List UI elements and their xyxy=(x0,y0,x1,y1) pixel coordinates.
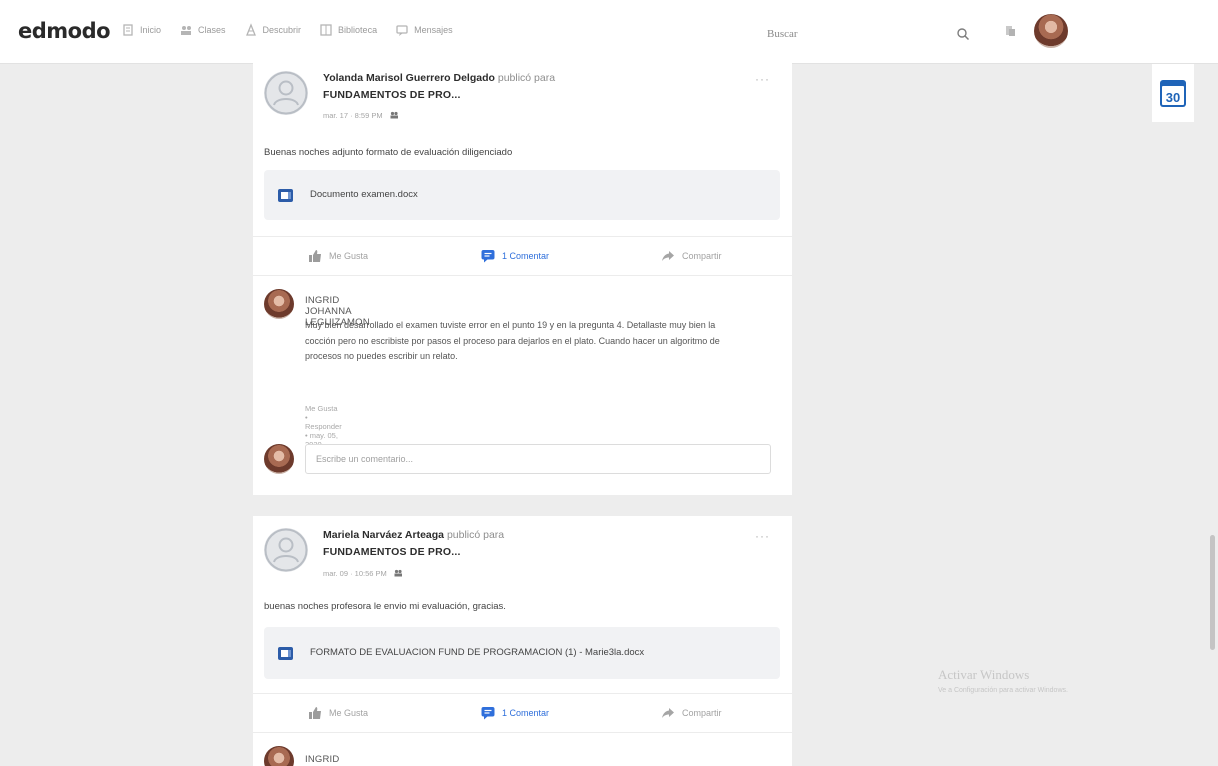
thumbs-up-icon xyxy=(309,250,321,262)
post-options-button[interactable]: ··· xyxy=(755,72,770,86)
post-meta: mar. 17 · 8:59 PM xyxy=(323,110,399,120)
post-timestamp: mar. 09 · 10:56 PM xyxy=(323,568,387,578)
author-avatar[interactable] xyxy=(264,528,308,572)
post-timestamp: mar. 17 · 8:59 PM xyxy=(323,110,383,120)
comment-label: 1 Comentar xyxy=(502,251,550,261)
nav-item-clases[interactable]: Clases xyxy=(179,23,226,37)
thumbs-up-icon xyxy=(309,707,321,719)
comment-button[interactable]: 1 Comentar xyxy=(481,706,549,720)
author-avatar[interactable] xyxy=(264,71,308,115)
word-document-icon xyxy=(278,646,293,660)
published-for-text: publicó para xyxy=(446,529,505,541)
post-actions-bar: Me Gusta 1 Comentar Compartir xyxy=(253,236,792,276)
post-options-button[interactable]: ··· xyxy=(755,529,770,543)
post-text: Buenas noches adjunto formato de evaluac… xyxy=(264,147,513,158)
user-placeholder-icon xyxy=(264,528,308,572)
main-nav: Inicio Clases Descubrir Biblioteca Mensa… xyxy=(121,23,453,37)
post-actions-bar: Me Gusta 1 Comentar Compartir xyxy=(253,693,792,733)
share-label: Compartir xyxy=(682,708,722,718)
published-for-text: publicó para xyxy=(497,72,556,84)
like-button[interactable]: Me Gusta xyxy=(308,706,368,720)
share-button[interactable]: Compartir xyxy=(661,249,722,263)
watermark-subtitle: Ve a Configuración para activar Windows. xyxy=(938,687,1068,694)
commenter-avatar[interactable] xyxy=(264,289,294,319)
attachment[interactable]: FORMATO DE EVALUACION FUND DE PROGRAMACI… xyxy=(264,627,780,679)
scrollbar-thumb[interactable] xyxy=(1210,535,1215,650)
calendar-widget[interactable]: 30 xyxy=(1152,64,1194,122)
comment-label: 1 Comentar xyxy=(502,708,550,718)
search-input[interactable] xyxy=(755,28,945,40)
post-author-line: Yolanda Marisol Guerrero Delgado publicó… xyxy=(323,71,555,86)
notifications-icon[interactable] xyxy=(1003,24,1017,38)
library-icon xyxy=(320,24,332,36)
calendar-day: 30 xyxy=(1166,90,1180,105)
attachment-name: FORMATO DE EVALUACION FUND DE PROGRAMACI… xyxy=(310,647,645,658)
user-placeholder-icon xyxy=(264,71,308,115)
post-author-line: Mariela Narváez Arteaga publicó para xyxy=(323,528,504,543)
windows-activation-watermark: Activar Windows Ve a Configuración para … xyxy=(938,667,1068,694)
nav-item-mensajes[interactable]: Mensajes xyxy=(395,23,453,37)
word-document-icon xyxy=(278,188,293,202)
edmodo-logo[interactable]: edmodo xyxy=(18,19,111,43)
user-avatar[interactable] xyxy=(1034,14,1068,48)
like-label: Me Gusta xyxy=(329,251,369,261)
nav-item-inicio[interactable]: Inicio xyxy=(121,23,161,37)
group-name[interactable]: FUNDAMENTOS DE PRO... xyxy=(323,546,461,558)
nav-item-label: Inicio xyxy=(140,25,162,35)
classes-icon xyxy=(181,26,192,35)
share-arrow-icon xyxy=(662,708,674,718)
attachment[interactable]: Documento examen.docx xyxy=(264,170,780,220)
comment-input[interactable] xyxy=(305,444,771,474)
share-button[interactable]: Compartir xyxy=(661,706,722,720)
group-visibility-icon xyxy=(394,569,402,577)
post-card: Mariela Narváez Arteaga publicó para FUN… xyxy=(253,516,792,766)
nav-item-label: Clases xyxy=(198,25,226,35)
comment-bubble-icon xyxy=(481,707,495,720)
home-icon xyxy=(123,24,133,36)
commenter-name[interactable]: INGRID JOHANNA LEGUIZAMON xyxy=(305,754,370,766)
discover-icon xyxy=(245,23,256,36)
search-icon[interactable] xyxy=(956,27,970,41)
calendar-icon: 30 xyxy=(1160,80,1186,107)
nav-item-label: Mensajes xyxy=(414,25,453,35)
nav-item-descubrir[interactable]: Descubrir xyxy=(244,23,302,37)
nav-item-label: Biblioteca xyxy=(338,25,378,35)
like-button[interactable]: Me Gusta xyxy=(308,249,368,263)
nav-item-biblioteca[interactable]: Biblioteca xyxy=(319,23,377,37)
comment-bubble-icon xyxy=(481,250,495,263)
top-navbar: edmodo Inicio Clases Descubrir Bibliotec… xyxy=(0,0,1218,64)
current-user-avatar xyxy=(264,444,294,474)
share-label: Compartir xyxy=(682,251,722,261)
author-name[interactable]: Yolanda Marisol Guerrero Delgado xyxy=(323,72,495,84)
nav-item-label: Descubrir xyxy=(262,25,302,35)
group-name[interactable]: FUNDAMENTOS DE PRO... xyxy=(323,89,461,101)
commenter-avatar[interactable] xyxy=(264,746,294,766)
watermark-title: Activar Windows xyxy=(938,667,1030,682)
like-label: Me Gusta xyxy=(329,708,369,718)
messages-icon xyxy=(396,25,408,36)
post-meta: mar. 09 · 10:56 PM xyxy=(323,568,403,578)
post-text: buenas noches profesora le envio mi eval… xyxy=(264,601,506,612)
search-box xyxy=(755,19,980,49)
group-visibility-icon xyxy=(390,111,398,119)
post-card: Yolanda Marisol Guerrero Delgado publicó… xyxy=(253,58,792,495)
share-arrow-icon xyxy=(662,251,674,261)
attachment-name: Documento examen.docx xyxy=(310,189,418,200)
comment-button[interactable]: 1 Comentar xyxy=(481,249,549,263)
author-name[interactable]: Mariela Narváez Arteaga xyxy=(323,529,444,541)
comment-text: Muy bien desarrollado el examen tuviste … xyxy=(305,320,720,361)
